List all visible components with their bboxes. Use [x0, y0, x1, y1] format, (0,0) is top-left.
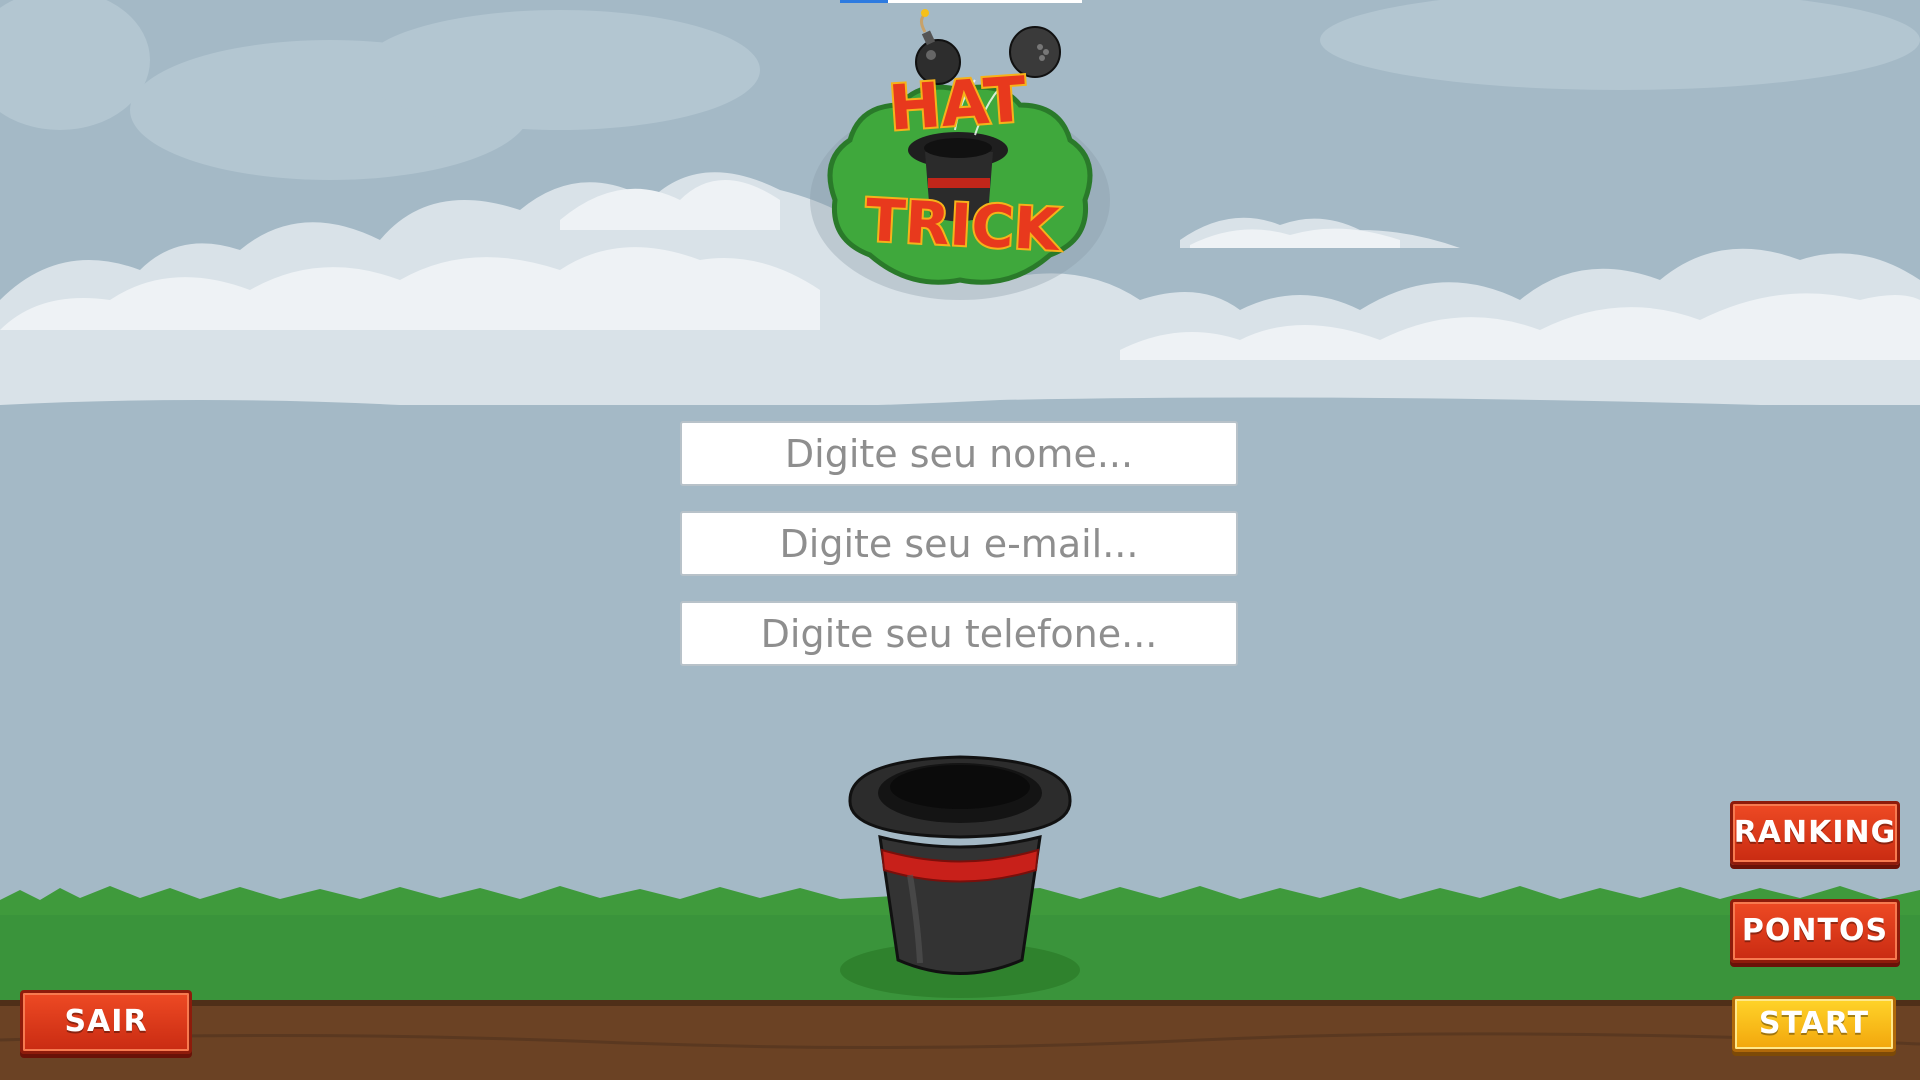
game-logo: HAT TRICK — [810, 9, 1110, 300]
sair-button[interactable]: SAIR — [20, 990, 192, 1054]
phone-input[interactable] — [680, 601, 1238, 666]
name-input[interactable] — [680, 421, 1238, 486]
ranking-button[interactable]: RANKING — [1730, 801, 1900, 865]
magic-hat[interactable] — [810, 725, 1110, 1005]
logo-word-hat: HAT — [886, 62, 1028, 144]
start-button[interactable]: START — [1732, 996, 1896, 1052]
email-input[interactable] — [680, 511, 1238, 576]
pontos-button[interactable]: PONTOS — [1730, 899, 1900, 963]
game-scene: HAT TRICK RANKING PONTOS START SAIR — [0, 0, 1920, 1080]
logo-word-trick: TRICK — [864, 186, 1063, 264]
